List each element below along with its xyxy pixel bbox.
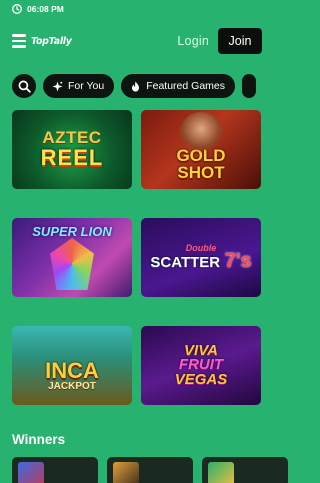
join-button[interactable]: Join xyxy=(218,28,262,54)
game-tile-inca-jackpot[interactable]: INCA JACKPOT xyxy=(12,326,132,405)
game-tile-aztec-reel[interactable]: AZTEC REEL xyxy=(12,110,132,189)
search-button[interactable] xyxy=(12,74,36,98)
game-title: Double SCATTER 7's xyxy=(150,242,252,273)
winners-heading: Winners xyxy=(12,432,66,447)
game-tile-double-scatter-7s[interactable]: Double SCATTER 7's xyxy=(141,218,261,297)
status-time: 06:08 PM xyxy=(27,4,64,14)
winner-game-thumbnail xyxy=(208,462,234,483)
login-link[interactable]: Login xyxy=(177,34,209,48)
winner-game-thumbnail xyxy=(113,462,139,483)
clock-icon xyxy=(12,4,22,14)
game-title: SUPER LION xyxy=(32,224,112,239)
filter-chip-label: For You xyxy=(68,80,105,92)
winner-card[interactable] xyxy=(202,457,288,483)
game-tile-viva-fruit-vegas[interactable]: VIVA FRUIT VEGAS xyxy=(141,326,261,405)
app-header: TopTally Login Join xyxy=(0,24,272,58)
flame-icon xyxy=(132,80,140,92)
search-icon xyxy=(18,80,31,93)
sparkle-icon xyxy=(52,80,63,92)
filter-chip-more[interactable] xyxy=(242,74,256,98)
winner-game-thumbnail xyxy=(18,462,44,483)
game-tile-gold-shot[interactable]: GOLD SHOT xyxy=(141,110,261,189)
game-artwork xyxy=(179,112,223,154)
game-title: AZTEC REEL xyxy=(40,127,104,171)
game-title: VIVA FRUIT VEGAS xyxy=(174,342,228,388)
game-title: INCA JACKPOT xyxy=(45,358,99,393)
filter-chip-for-you[interactable]: For You xyxy=(43,74,115,98)
menu-icon[interactable] xyxy=(12,34,26,48)
status-bar: 06:08 PM xyxy=(0,0,272,18)
game-tile-super-lion[interactable]: SUPER LION xyxy=(12,218,132,297)
category-filter-row: For You Featured Games xyxy=(12,74,256,98)
winner-card[interactable] xyxy=(107,457,193,483)
brand-logo[interactable]: TopTally xyxy=(31,36,72,47)
game-artwork xyxy=(50,238,94,290)
filter-chip-label: Featured Games xyxy=(146,80,225,92)
filter-chip-featured-games[interactable]: Featured Games xyxy=(121,74,235,98)
winner-card[interactable] xyxy=(12,457,98,483)
